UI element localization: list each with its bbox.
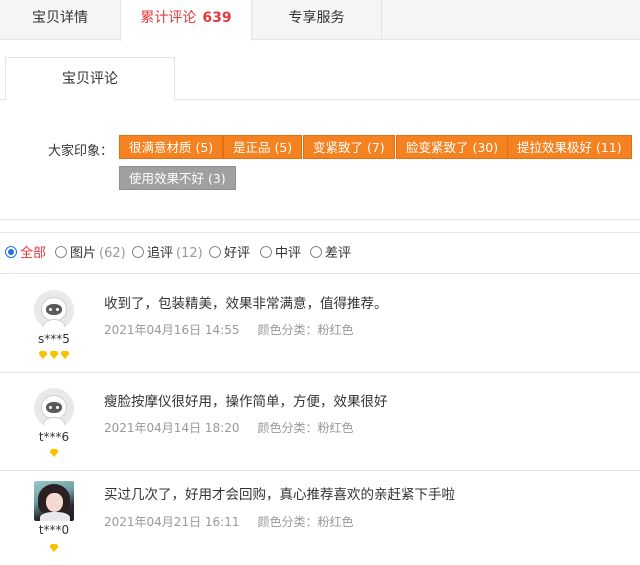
tab-product-detail-label: 宝贝详情 — [32, 10, 88, 26]
review-date: 2021年04月14日 18:20 — [104, 421, 240, 435]
user-level-badges — [20, 544, 88, 552]
review-text: 收到了，包装精美，效果非常满意，值得推荐。 — [104, 296, 388, 312]
review-filter-bar: 全部 图片 (62) 追评 (12) 好评 中评 差评 — [0, 232, 640, 274]
impression-tag[interactable]: 是正品 (5) — [223, 135, 303, 159]
radio-icon[interactable] — [55, 246, 67, 258]
review-username: t***0 — [38, 523, 70, 537]
impression-tag[interactable]: 提拉效果极好 (11) — [507, 135, 632, 159]
radio-icon-checked[interactable] — [5, 246, 17, 258]
filter-all[interactable]: 全部 — [5, 245, 46, 263]
impression-tag[interactable]: 变紧致了 (7) — [303, 135, 395, 159]
filter-bad-label: 差评 — [325, 246, 352, 261]
tab-cumulative-reviews[interactable]: 累计评论 639 — [120, 0, 252, 41]
filter-followup[interactable]: 追评 (12) — [132, 245, 203, 263]
radio-icon[interactable] — [132, 246, 144, 258]
diamond-icon — [49, 544, 59, 552]
user-level-badges — [20, 351, 88, 359]
radio-icon[interactable] — [209, 246, 221, 258]
radio-icon[interactable] — [260, 246, 272, 258]
review-variant: 颜色分类：粉红色 — [257, 515, 354, 529]
sub-tab-bar: 宝贝评论 — [0, 57, 640, 101]
filter-pictures[interactable]: 图片 (62) — [55, 245, 126, 263]
review-username: s***5 — [38, 332, 70, 346]
review-item: t***0 买过几次了，好用才会回购，真心推荐喜欢的亲赶紧下手啦 2021年04… — [0, 471, 640, 565]
filter-medium[interactable]: 中评 — [260, 245, 301, 263]
review-item: s***5 收到了，包装精美，效果非常满意，值得推荐。 2021年04月16日 … — [0, 276, 640, 373]
filter-all-label: 全部 — [20, 246, 47, 261]
tab-product-detail[interactable]: 宝贝详情 — [0, 0, 120, 40]
tab-exclusive-service[interactable]: 专享服务 — [252, 0, 382, 40]
impression-tag[interactable]: 很满意材质 (5) — [119, 135, 224, 159]
review-item: t***6 瘦脸按摩仪很好用，操作简单，方便，效果很好 2021年04月14日 … — [0, 374, 640, 471]
impression-tag-negative[interactable]: 使用效果不好 (3) — [119, 166, 236, 190]
filter-medium-label: 中评 — [275, 246, 302, 261]
user-level-badges — [20, 449, 88, 457]
filter-followup-count: (12) — [176, 246, 203, 261]
review-meta: 2021年04月21日 16:11 颜色分类：粉红色 — [104, 513, 354, 530]
top-tab-bar: 宝贝详情 累计评论 639 专享服务 — [0, 0, 640, 41]
diamond-icon — [49, 449, 59, 457]
review-variant: 颜色分类：粉红色 — [257, 421, 354, 435]
review-meta: 2021年04月14日 18:20 颜色分类：粉红色 — [104, 419, 354, 436]
filter-pictures-label: 图片 — [70, 246, 97, 261]
diamond-icon — [49, 351, 59, 359]
avatar[interactable] — [34, 290, 74, 330]
radio-icon[interactable] — [310, 246, 322, 258]
tab-reviews-count: 639 — [202, 10, 232, 26]
impressions-label: 大家印象： — [48, 144, 114, 159]
diamond-icon — [38, 351, 48, 359]
filter-good[interactable]: 好评 — [209, 245, 250, 263]
tab-product-reviews-label: 宝贝评论 — [62, 71, 118, 87]
review-meta: 2021年04月16日 14:55 颜色分类：粉红色 — [104, 321, 354, 338]
impressions-panel: 大家印象： 很满意材质 (5) 是正品 (5) 变紧致了 (7) 脸变紧致了 (… — [0, 100, 640, 220]
review-text: 瘦脸按摩仪很好用，操作简单，方便，效果很好 — [104, 394, 388, 410]
review-date: 2021年04月21日 16:11 — [104, 515, 240, 529]
review-text: 买过几次了，好用才会回购，真心推荐喜欢的亲赶紧下手啦 — [104, 487, 455, 503]
filter-good-label: 好评 — [224, 246, 251, 261]
review-username: t***6 — [38, 430, 70, 444]
avatar[interactable] — [34, 481, 74, 521]
impression-tag[interactable]: 脸变紧致了 (30) — [396, 135, 509, 159]
filter-pictures-count: (62) — [99, 246, 126, 261]
tab-reviews-label: 累计评论 — [140, 10, 197, 26]
tab-product-reviews[interactable]: 宝贝评论 — [5, 57, 175, 101]
filter-bad[interactable]: 差评 — [310, 245, 351, 263]
diamond-icon — [60, 351, 70, 359]
review-date: 2021年04月16日 14:55 — [104, 323, 240, 337]
filter-followup-label: 追评 — [147, 246, 174, 261]
avatar[interactable] — [34, 388, 74, 428]
review-variant: 颜色分类：粉红色 — [257, 323, 354, 337]
tab-exclusive-service-label: 专享服务 — [288, 10, 345, 26]
